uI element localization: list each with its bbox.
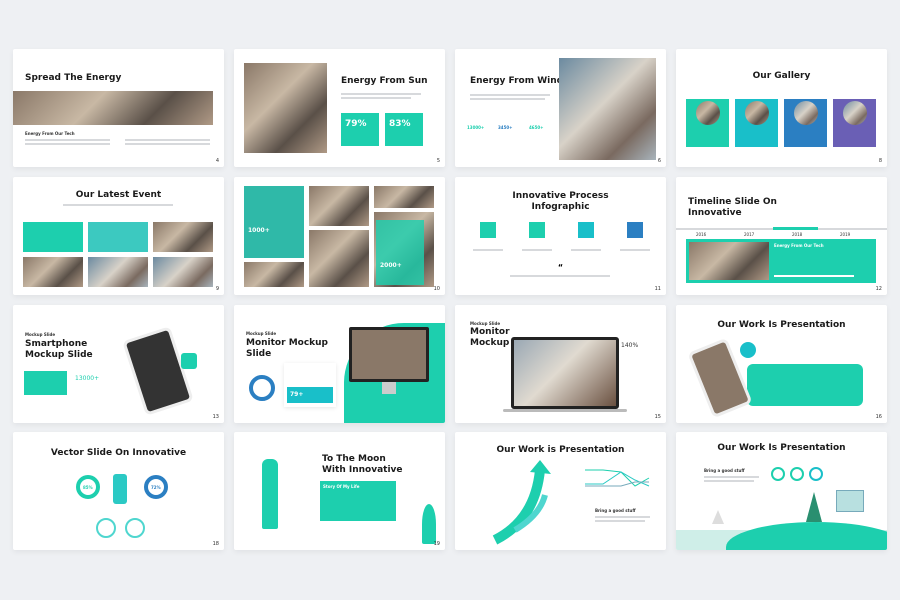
slide-number: 9 [215,286,219,292]
timeline-year: 2017 [744,232,755,237]
slide-thumbnail-12[interactable]: Timeline Slide On Innovative 2016 2017 2… [676,177,887,295]
slide-title: Spread The Energy [25,73,122,83]
slide-number: 15 [654,414,661,420]
slide-number: 16 [875,414,882,420]
people-photo [244,63,327,153]
slide-title: Vector Slide On Innovative [50,448,187,458]
slide-title: Energy From Wind [470,76,564,86]
slide-title: Our Work Is Presentation [717,320,846,330]
slide-number: 4 [215,158,219,164]
stat-value: 2000+ [380,262,402,269]
slide-thumbnail-8[interactable]: Our Gallery 8 [676,49,887,167]
slide-subtitle: Bring a good stuff [595,508,636,513]
slide-kicker: Mockup Slide [470,321,501,326]
slide-title: Energy From Sun [341,76,428,86]
timeline-card-title: Energy From Our Tech [774,243,824,248]
meeting-photo [559,58,656,160]
slide-number: 12 [875,286,882,292]
stat-value: 13000+ [467,125,485,130]
stat-value: 3450+ [498,125,513,130]
slide-title: Our Work is Presentation [496,445,625,455]
slide-thumbnail-10[interactable]: 1000+ 2000+ 10 [234,177,445,295]
slide-title: Our Latest Event [75,190,162,200]
slide-thumbnail-21[interactable]: Our Work Is Presentation Bring a good st… [676,432,887,550]
line-chart-graphic [585,469,650,487]
stat-value: 72% [151,485,161,490]
stat-value: 1000+ [248,227,270,234]
slide-title: Timeline Slide On Innovative [688,197,777,218]
slide-thumbnail-20[interactable]: Our Work is Presentation Bring a good st… [455,432,666,550]
slide-title: Our Gallery [752,71,811,81]
slide-number: 6 [657,158,661,164]
box-title: Story Of My Life [323,484,360,489]
slide-subtitle: Energy From Our Tech [25,131,75,136]
stat-value: 4650+ [529,125,544,130]
slide-thumbnail-5[interactable]: Energy From Sun 79% 83% 5 [234,49,445,167]
slide-title: To The Moon With Innovative [322,454,403,475]
stat-value: 79% [345,119,367,129]
slide-thumbnail-15[interactable]: Mockup Slide Monitor Mockup Slide 140% 1… [455,305,666,423]
slide-thumbnail-16[interactable]: Our Work Is Presentation 16 [676,305,887,423]
slide-kicker: Mockup Slide [246,331,277,336]
slide-number: 11 [654,286,661,292]
slide-number: 18 [212,541,219,547]
stat-value: 79+ [290,391,304,398]
slide-number: 5 [436,158,440,164]
stat-value: 140% [621,342,639,349]
slide-thumbnail-4[interactable]: Spread The Energy Energy From Our Tech 4 [13,49,224,167]
arrow-illustration [492,460,551,545]
stat-value: 83% [389,119,411,129]
timeline-year: 2016 [696,232,707,237]
slide-thumbnail-6[interactable]: Energy From Wind 13000+ 3450+ 4650+ 6 [455,49,666,167]
slide-title: Our Work Is Presentation [717,443,846,453]
slide-number: 8 [878,158,882,164]
slide-number: 19 [433,541,440,547]
slide-thumbnail-14[interactable]: Mockup Slide Monitor Mockup Slide 79+ [234,305,445,423]
slide-thumbnail-11[interactable]: Innovative Process Infographic “ 11 [455,177,666,295]
slide-thumbnail-9[interactable]: Our Latest Event 9 [13,177,224,295]
slide-title: Smartphone Mockup Slide [25,339,93,360]
slide-title: Monitor Mockup Slide [246,338,328,359]
slide-thumbnail-18[interactable]: Vector Slide On Innovative 85% 72% 18 [13,432,224,550]
slide-subtitle: Bring a good stuff [704,468,745,473]
timeline-year: 2018 [792,232,803,237]
slide-title: Innovative Process Infographic [512,191,609,212]
timeline-year: 2019 [840,232,851,237]
slide-kicker: Mockup Slide [25,332,56,337]
office-photo [13,91,213,125]
stat-value: 85% [83,485,93,490]
stat-value: 13000+ [75,375,100,382]
quote-icon: “ [557,263,564,272]
slide-number: 13 [212,414,219,420]
slide-number: 10 [433,286,440,292]
slide-thumbnail-19[interactable]: To The Moon With Innovative Story Of My … [234,432,445,550]
slide-thumbnail-13[interactable]: Mockup Slide Smartphone Mockup Slide 130… [13,305,224,423]
